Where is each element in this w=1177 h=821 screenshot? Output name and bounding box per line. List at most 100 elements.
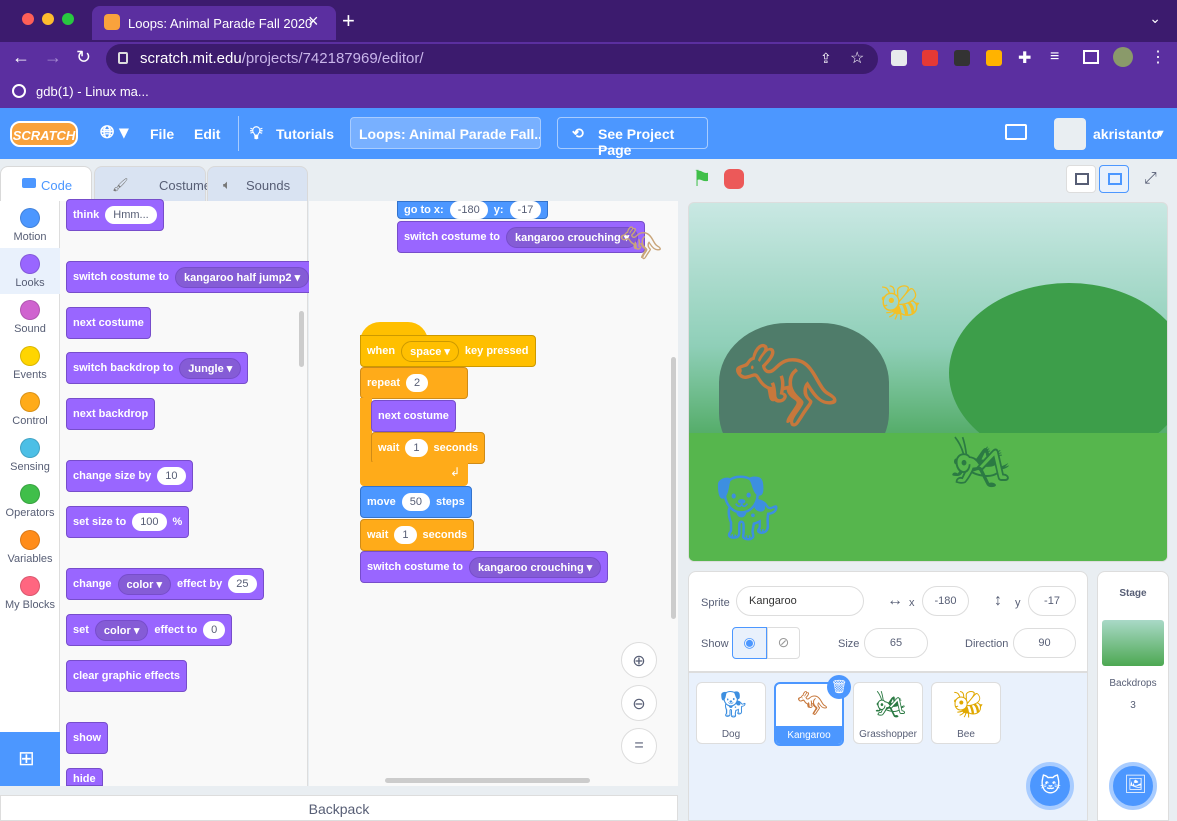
bookmark-link[interactable]: gdb(1) - Linux ma... (36, 84, 149, 99)
block-wait[interactable]: wait 1 seconds (360, 519, 475, 551)
block-switch-costume[interactable]: switch costume to kangaroo half jump2 ▾ (66, 261, 317, 293)
category-events[interactable]: Events (0, 346, 60, 381)
block-goto-xy[interactable]: go to x: -180 y: -17 (397, 201, 549, 219)
block-next-costume[interactable]: next costume (371, 400, 456, 432)
delete-sprite-trash-icon[interactable]: 🗑︎ (827, 675, 851, 699)
sprite-name-input[interactable]: Kangaroo (736, 586, 864, 616)
block-dropdown[interactable]: Jungle ▾ (179, 357, 242, 379)
block-move[interactable]: move 50 steps (360, 486, 472, 518)
my-stuff-folder-icon[interactable] (1005, 124, 1027, 140)
reload-icon[interactable]: ↻ (76, 47, 91, 68)
block-repeat[interactable]: repeat 2 (360, 367, 468, 399)
zoom-reset-button[interactable]: = (621, 728, 657, 764)
bookmark-star-icon[interactable]: ☆ (850, 48, 864, 68)
zoom-out-button[interactable]: ⊖ (621, 685, 657, 721)
block-dropdown[interactable]: color ▾ (94, 619, 149, 641)
add-sprite-button[interactable]: 🐱︎ (1026, 762, 1074, 810)
tutorials-button[interactable]: Tutorials (276, 126, 334, 142)
bee-sprite[interactable]: 🐝︎ (879, 283, 922, 323)
category-operators[interactable]: Operators (0, 484, 60, 519)
add-backdrop-button[interactable]: 🖼︎ (1109, 762, 1157, 810)
block-switch-backdrop[interactable]: switch backdrop to Jungle ▾ (66, 352, 249, 384)
username[interactable]: akristanto (1093, 126, 1160, 142)
green-flag-icon[interactable]: ⚑ (692, 166, 712, 192)
block-change-effect[interactable]: change color ▾ effect by 25 (66, 568, 264, 600)
block-next-backdrop[interactable]: next backdrop (66, 398, 156, 430)
kangaroo-sprite[interactable]: 🦘︎ (729, 333, 843, 438)
size-input[interactable]: 65 (864, 628, 928, 658)
category-my-blocks[interactable]: My Blocks (0, 576, 60, 611)
block-input[interactable]: 0 (203, 621, 226, 639)
dog-sprite[interactable]: 🐕︎ (707, 471, 788, 546)
block-input[interactable]: 2 (406, 374, 429, 392)
block-switch-costume[interactable]: switch costume to kangaroo crouching ▾ (397, 221, 646, 253)
sprite-tile-bee[interactable]: 🐝︎ Bee (931, 682, 1001, 744)
block-change-size[interactable]: change size by 10 (66, 460, 193, 492)
direction-input[interactable]: 90 (1013, 628, 1076, 658)
close-tab-icon[interactable]: × (308, 11, 319, 32)
block-input[interactable]: -180 (449, 201, 488, 219)
block-set-effect[interactable]: set color ▾ effect to 0 (66, 614, 233, 646)
block-dropdown[interactable]: kangaroo crouching ▾ (468, 556, 602, 578)
block-next-costume[interactable]: next costume (66, 307, 151, 339)
browser-tab[interactable]: Loops: Animal Parade Fall 2020 (92, 6, 336, 40)
new-tab-icon[interactable]: + (342, 8, 355, 34)
project-title-input[interactable]: Loops: Animal Parade Fall... (350, 117, 541, 149)
tab-costumes[interactable]: Costumes (94, 166, 218, 201)
forward-icon[interactable]: → (44, 47, 62, 68)
block-think[interactable]: think Hmm... (66, 199, 164, 231)
show-visible-eye-icon[interactable]: ◉ (732, 627, 767, 659)
stop-icon[interactable] (724, 169, 744, 189)
category-motion[interactable]: Motion (0, 208, 60, 243)
block-input[interactable]: 50 (401, 493, 430, 511)
block-input[interactable]: -17 (509, 201, 542, 219)
block-set-size[interactable]: set size to 100% (66, 506, 190, 538)
category-sensing[interactable]: Sensing (0, 438, 60, 473)
palette-scrollbar[interactable] (299, 311, 304, 367)
category-variables[interactable]: Variables (0, 530, 60, 565)
sprite-tile-grasshopper[interactable]: 🦗︎ Grasshopper (853, 682, 923, 744)
block-wait[interactable]: wait 1 seconds (371, 432, 486, 464)
scripts-horizontal-scrollbar[interactable] (385, 778, 590, 783)
tab-code[interactable]: Code (0, 166, 92, 201)
user-avatar[interactable] (1054, 118, 1086, 150)
minimize-window-button[interactable] (42, 13, 54, 25)
block-dropdown[interactable]: space ▾ (401, 340, 459, 362)
back-icon[interactable]: ← (12, 47, 30, 68)
see-project-page-button[interactable]: ⟲ See Project Page (557, 117, 708, 158)
lock-icon[interactable] (118, 52, 128, 64)
extension-icon[interactable] (891, 50, 907, 66)
block-show[interactable]: show (66, 722, 109, 754)
category-sound[interactable]: Sound (0, 300, 60, 335)
x-input[interactable]: -180 (922, 586, 969, 616)
maximize-window-button[interactable] (62, 13, 74, 25)
language-globe-icon[interactable]: 🌐︎ ▾ (100, 122, 128, 143)
backpack[interactable]: Backpack (0, 795, 678, 821)
block-input[interactable]: 1 (394, 526, 417, 544)
extension-icon[interactable] (954, 50, 970, 66)
stage-canvas[interactable]: 🦘︎ 🐕︎ 🐝︎ 🦗︎ (688, 202, 1168, 562)
scripts-vertical-scrollbar[interactable] (671, 357, 676, 619)
block-input[interactable]: 10 (157, 467, 186, 485)
add-extension-button[interactable]: ⊞ (0, 732, 60, 786)
block-dropdown[interactable]: color ▾ (117, 573, 171, 595)
block-when-key-pressed[interactable]: when space ▾ key pressed (360, 335, 536, 367)
profile-avatar[interactable] (1113, 47, 1133, 67)
show-hidden-eye-icon[interactable]: ⊘ (767, 627, 800, 659)
extensions-puzzle-icon[interactable]: ✚ (1018, 48, 1031, 68)
block-clear-effects[interactable]: clear graphic effects (66, 660, 187, 692)
block-dropdown[interactable]: kangaroo half jump2 ▾ (174, 266, 310, 288)
category-control[interactable]: Control (0, 392, 60, 427)
reading-list-icon[interactable]: ≡ (1050, 48, 1059, 66)
category-looks[interactable]: Looks (0, 248, 60, 294)
y-input[interactable]: -17 (1028, 586, 1076, 616)
tab-search-chevron-icon[interactable]: ⌄ (1149, 10, 1161, 27)
close-window-button[interactable] (22, 13, 34, 25)
block-switch-costume[interactable]: switch costume to kangaroo crouching ▾ (360, 551, 609, 583)
small-stage-button[interactable] (1066, 165, 1096, 193)
block-input[interactable]: 1 (405, 439, 428, 457)
block-input[interactable]: Hmm... (105, 206, 157, 224)
account-chevron-icon[interactable]: ▼ (1155, 128, 1166, 140)
scratch-logo[interactable]: SCRATCH (10, 121, 78, 147)
extension-icon[interactable] (922, 50, 938, 66)
